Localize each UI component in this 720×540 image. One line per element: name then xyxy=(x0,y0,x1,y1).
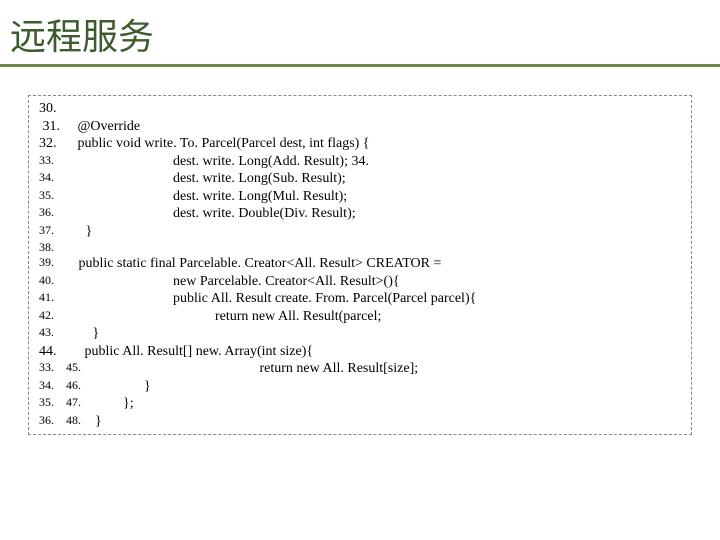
line-number: 33. xyxy=(39,153,54,171)
line-number: 39. xyxy=(39,255,54,273)
code-line: 43. } xyxy=(39,325,681,343)
code-text: } xyxy=(54,325,99,343)
code-line: 37. } xyxy=(39,223,681,241)
slide-title: 远程服务 xyxy=(10,16,154,57)
code-text: return new All. Result[size]; xyxy=(81,360,418,378)
code-line: 33. dest. write. Long(Add. Result); 34. xyxy=(39,153,681,171)
code-text: } xyxy=(81,378,151,396)
code-text: @Override xyxy=(60,118,140,136)
line-number: 34. xyxy=(39,170,54,188)
line-number: 41. xyxy=(39,290,54,308)
line-number: 32. xyxy=(39,135,57,153)
code-line: 40. new Parcelable. Creator<All. Result>… xyxy=(39,273,681,291)
code-line: 34. 46. } xyxy=(39,378,681,396)
line-number: 36. xyxy=(39,205,54,223)
code-lines: 30. 31. @Override32. public void write. … xyxy=(39,100,681,430)
line-number: 36. xyxy=(39,413,54,431)
code-text: new Parcelable. Creator<All. Result>(){ xyxy=(54,273,400,291)
code-text: dest. write. Double(Div. Result); xyxy=(54,205,356,223)
line-number: 33. xyxy=(39,360,54,378)
code-text: dest. write. Long(Mul. Result); xyxy=(54,188,347,206)
code-text: public static final Parcelable. Creator<… xyxy=(54,255,441,273)
code-line: 35. dest. write. Long(Mul. Result); xyxy=(39,188,681,206)
code-block: 30. 31. @Override32. public void write. … xyxy=(28,95,692,435)
code-text: public All. Result create. From. Parcel(… xyxy=(54,290,476,308)
line-number: 35. xyxy=(39,395,54,413)
code-line: 32. public void write. To. Parcel(Parcel… xyxy=(39,135,681,153)
line-number-secondary: 48. xyxy=(60,413,81,431)
code-text: return new All. Result(parcel; xyxy=(54,308,381,326)
line-number: 35. xyxy=(39,188,54,206)
code-line: 33. 45. return new All. Result[size]; xyxy=(39,360,681,378)
line-number: 31. xyxy=(39,118,60,136)
line-number: 34. xyxy=(39,378,54,396)
line-number-secondary: 47. xyxy=(60,395,81,413)
code-text: dest. write. Long(Add. Result); 34. xyxy=(54,153,369,171)
line-number: 43. xyxy=(39,325,54,343)
line-number-secondary: 45. xyxy=(60,360,81,378)
code-line: 41. public All. Result create. From. Par… xyxy=(39,290,681,308)
code-text: } xyxy=(54,223,92,241)
line-number: 30. xyxy=(39,100,57,118)
code-line: 35. 47. }; xyxy=(39,395,681,413)
line-number: 38. xyxy=(39,240,54,255)
line-number-secondary: 46. xyxy=(60,378,81,396)
code-line: 39. public static final Parcelable. Crea… xyxy=(39,255,681,273)
code-line: 36. dest. write. Double(Div. Result); xyxy=(39,205,681,223)
code-text: public void write. To. Parcel(Parcel des… xyxy=(57,135,370,153)
code-text: }; xyxy=(81,395,134,413)
line-number: 37. xyxy=(39,223,54,241)
code-text: } xyxy=(81,413,102,431)
code-line: 30. xyxy=(39,100,681,118)
code-line: 42. return new All. Result(parcel; xyxy=(39,308,681,326)
line-number: 44. xyxy=(39,343,57,361)
line-number: 42. xyxy=(39,308,54,326)
code-text: public All. Result[] new. Array(int size… xyxy=(57,343,314,361)
code-text: dest. write. Long(Sub. Result); xyxy=(54,170,346,188)
slide-title-area: 远程服务 xyxy=(0,0,720,67)
code-line: 38. xyxy=(39,240,681,255)
code-line: 44. public All. Result[] new. Array(int … xyxy=(39,343,681,361)
code-line: 31. @Override xyxy=(39,118,681,136)
code-line: 34. dest. write. Long(Sub. Result); xyxy=(39,170,681,188)
code-line: 36. 48. } xyxy=(39,413,681,431)
line-number: 40. xyxy=(39,273,54,291)
